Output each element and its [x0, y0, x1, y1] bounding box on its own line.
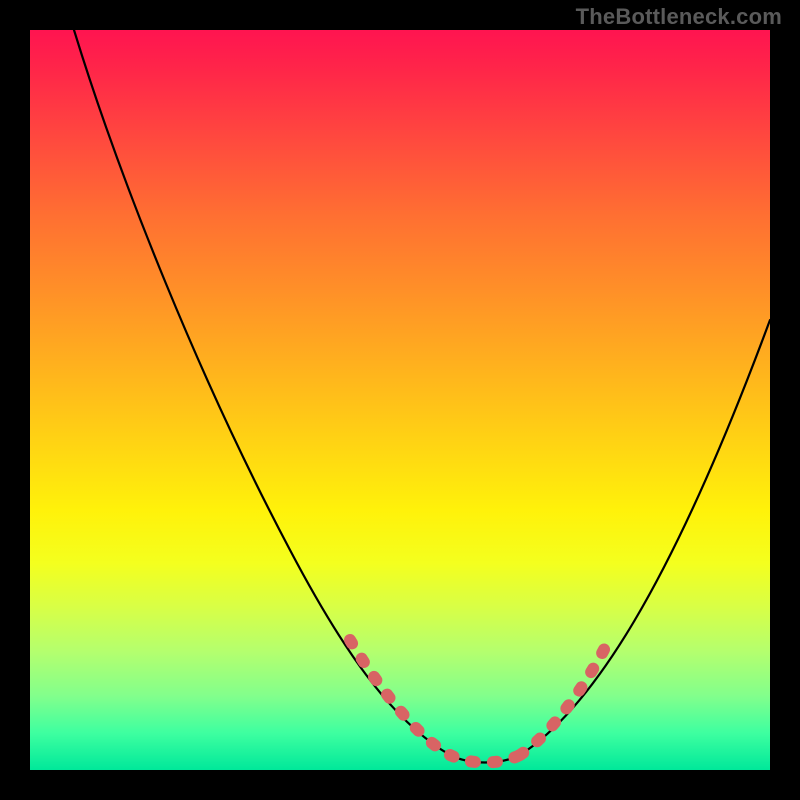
bottleneck-curve-svg: [30, 30, 770, 770]
chart-frame: TheBottleneck.com: [0, 0, 800, 800]
curve-right-arm: [520, 320, 770, 755]
watermark-text: TheBottleneck.com: [576, 4, 782, 30]
curve-left-arm: [74, 30, 450, 755]
marker-right-icon: [520, 638, 610, 755]
plot-gradient-area: [30, 30, 770, 770]
marker-left-icon: [350, 640, 450, 755]
